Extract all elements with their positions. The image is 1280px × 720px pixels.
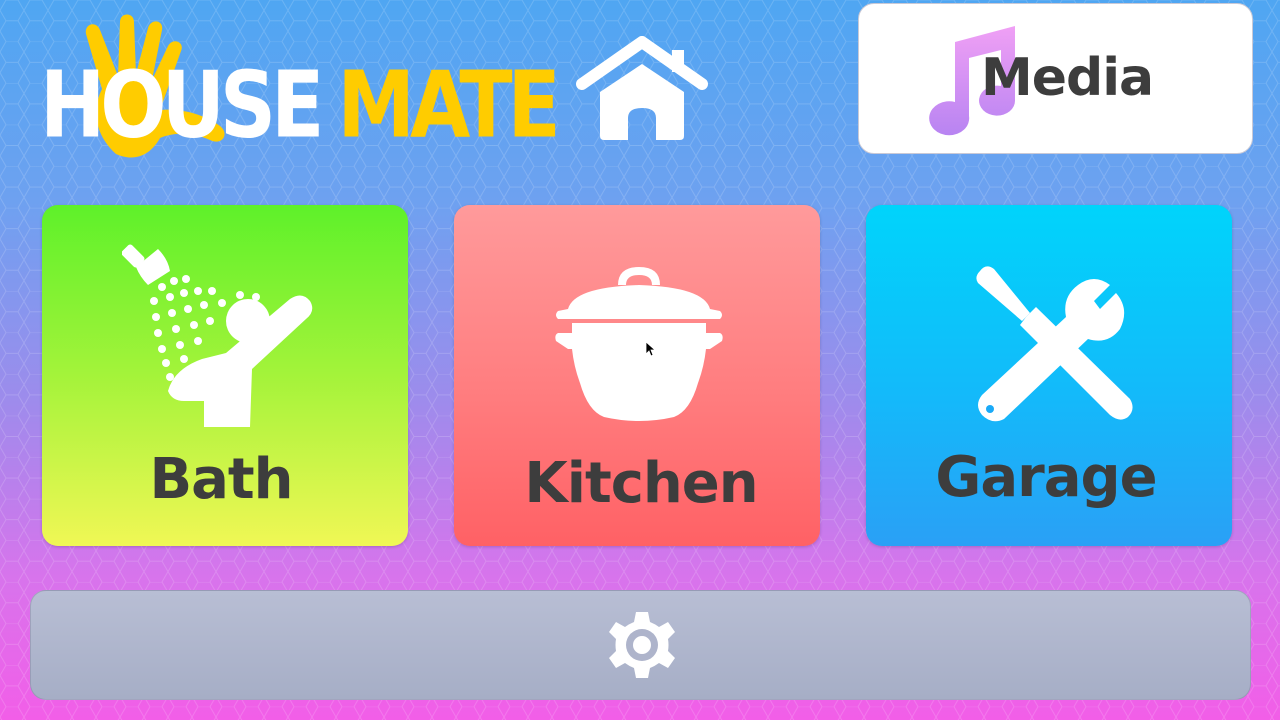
- garage-label: Garage: [935, 445, 1157, 510]
- garage-tile[interactable]: Garage: [866, 205, 1232, 546]
- app-logo: HOUSE MATE: [34, 14, 561, 174]
- mouse-cursor-icon: [645, 341, 657, 357]
- media-label: Media: [981, 48, 1154, 108]
- tools-icon: [976, 266, 1133, 422]
- kitchen-tile[interactable]: Kitchen: [454, 205, 820, 546]
- logo-word-mate: MATE: [337, 52, 560, 160]
- kitchen-label: Kitchen: [524, 451, 758, 516]
- bath-tile[interactable]: Bath: [42, 205, 408, 546]
- home-button[interactable]: [572, 36, 712, 146]
- shower-icon: [122, 244, 313, 427]
- bath-label: Bath: [149, 447, 293, 512]
- cooking-pot-icon: [555, 267, 723, 421]
- media-button[interactable]: Media: [858, 3, 1253, 154]
- logo-word-house: HOUSE: [40, 52, 324, 160]
- logo-text: HOUSE MATE: [40, 60, 561, 152]
- gear-icon: [609, 612, 675, 678]
- home-icon: [576, 36, 708, 140]
- settings-button[interactable]: [30, 590, 1251, 700]
